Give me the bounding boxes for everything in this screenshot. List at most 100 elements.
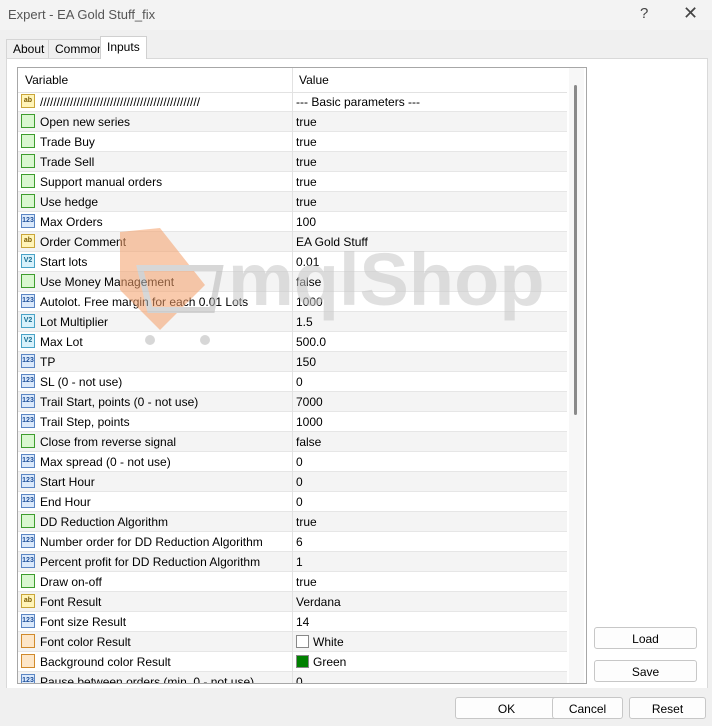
param-value[interactable]: 1000 [296,295,323,309]
param-name: Max Orders [40,215,103,229]
bool-type-icon [21,274,35,288]
param-row[interactable]: V2 Start lots 0.01 [18,252,567,272]
inputs-grid: Variable Value ab ///////////////////////… [17,67,587,684]
bool-type-icon [21,194,35,208]
param-value[interactable]: --- Basic parameters --- [296,95,420,109]
param-value[interactable]: EA Gold Stuff [296,235,368,249]
param-value[interactable]: true [296,135,317,149]
param-value[interactable]: 0.01 [296,255,319,269]
dbl-type-icon: V2 [21,314,35,328]
color-swatch[interactable] [296,635,309,648]
save-button[interactable]: Save [594,660,697,682]
param-name: Autolot. Free margin for each 0.01 Lots [40,295,249,309]
cancel-button[interactable]: Cancel [552,697,623,719]
param-value[interactable]: 14 [296,615,309,629]
param-row[interactable]: 123 Trail Start, points (0 - not use) 7000 [18,392,567,412]
dbl-type-icon: V2 [21,254,35,268]
param-row[interactable]: 123 Pause between orders (min, 0 - not us… [18,672,567,683]
param-row[interactable]: 123 Font size Result 14 [18,612,567,632]
param-row[interactable]: DD Reduction Algorithm true [18,512,567,532]
param-row[interactable]: 123 End Hour 0 [18,492,567,512]
param-row[interactable]: Font color Result White [18,632,567,652]
int-type-icon: 123 [21,354,35,368]
param-value[interactable]: false [296,275,321,289]
param-row[interactable]: 123 Max spread (0 - not use) 0 [18,452,567,472]
param-value[interactable]: 1000 [296,415,323,429]
param-value[interactable]: 6 [296,535,303,549]
scrollbar-thumb[interactable] [574,85,577,415]
param-name: Draw on-off [40,575,102,589]
param-row[interactable]: Background color Result Green [18,652,567,672]
param-value[interactable]: false [296,435,321,449]
param-row[interactable]: 123 Number order for DD Reduction Algorit… [18,532,567,552]
param-name: Start lots [40,255,88,269]
param-row[interactable]: 123 Max Orders 100 [18,212,567,232]
param-value[interactable]: Green [296,655,346,669]
param-name: Trail Start, points (0 - not use) [40,395,199,409]
param-value[interactable]: 0 [296,375,303,389]
param-value[interactable]: 0 [296,455,303,469]
int-type-icon: 123 [21,674,35,683]
bool-type-icon [21,514,35,528]
param-value[interactable]: 7000 [296,395,323,409]
param-row[interactable]: ab //////////////////////////////////////… [18,92,567,112]
param-row[interactable]: Use Money Management false [18,272,567,292]
param-row[interactable]: Open new series true [18,112,567,132]
param-value[interactable]: White [296,635,344,649]
reset-button[interactable]: Reset [629,697,706,719]
tab-inputs[interactable]: Inputs [100,36,147,59]
param-value[interactable]: true [296,155,317,169]
param-value[interactable]: 1.5 [296,315,313,329]
column-header-value[interactable]: Value [299,73,329,87]
param-value[interactable]: true [296,195,317,209]
param-value[interactable]: 0 [296,495,303,509]
param-value[interactable]: 500.0 [296,335,326,349]
param-value[interactable]: 1 [296,555,303,569]
param-name: Open new series [40,115,131,129]
param-row[interactable]: 123 Trail Step, points 1000 [18,412,567,432]
param-value[interactable]: true [296,515,317,529]
int-type-icon: 123 [21,474,35,488]
int-type-icon: 123 [21,554,35,568]
load-button[interactable]: Load [594,627,697,649]
param-value[interactable]: 0 [296,475,303,489]
column-header-variable[interactable]: Variable [25,73,68,87]
param-name: Use hedge [40,195,99,209]
ok-button[interactable]: OK [455,697,558,719]
int-type-icon: 123 [21,294,35,308]
param-value[interactable]: 0 [296,675,303,683]
param-value[interactable]: true [296,115,317,129]
close-button[interactable]: ✕ [683,3,698,24]
ab-type-icon: ab [21,234,35,248]
param-row[interactable]: ab Font Result Verdana [18,592,567,612]
param-row[interactable]: 123 Percent profit for DD Reduction Algor… [18,552,567,572]
param-row[interactable]: V2 Lot Multiplier 1.5 [18,312,567,332]
param-row[interactable]: Use hedge true [18,192,567,212]
bool-type-icon [21,114,35,128]
param-value[interactable]: true [296,575,317,589]
param-value[interactable]: true [296,175,317,189]
param-name: Support manual orders [40,175,163,189]
param-row[interactable]: 123 TP 150 [18,352,567,372]
help-button[interactable]: ? [640,5,648,22]
dbl-type-icon: V2 [21,334,35,348]
ab-type-icon: ab [21,94,35,108]
param-value[interactable]: 100 [296,215,316,229]
tab-about[interactable]: About [6,39,52,59]
param-name: Max spread (0 - not use) [40,455,171,469]
param-value[interactable]: Verdana [296,595,341,609]
param-row[interactable]: Trade Buy true [18,132,567,152]
param-row[interactable]: Trade Sell true [18,152,567,172]
ab-type-icon: ab [21,594,35,608]
param-row[interactable]: V2 Max Lot 500.0 [18,332,567,352]
param-row[interactable]: 123 Start Hour 0 [18,472,567,492]
param-row[interactable]: Support manual orders true [18,172,567,192]
param-row[interactable]: 123 Autolot. Free margin for each 0.01 Lo… [18,292,567,312]
param-value[interactable]: 150 [296,355,316,369]
param-row[interactable]: ab Order Comment EA Gold Stuff [18,232,567,252]
param-row[interactable]: Draw on-off true [18,572,567,592]
param-row[interactable]: Close from reverse signal false [18,432,567,452]
color-swatch[interactable] [296,655,309,668]
param-row[interactable]: 123 SL (0 - not use) 0 [18,372,567,392]
param-name: Font Result [40,595,102,609]
